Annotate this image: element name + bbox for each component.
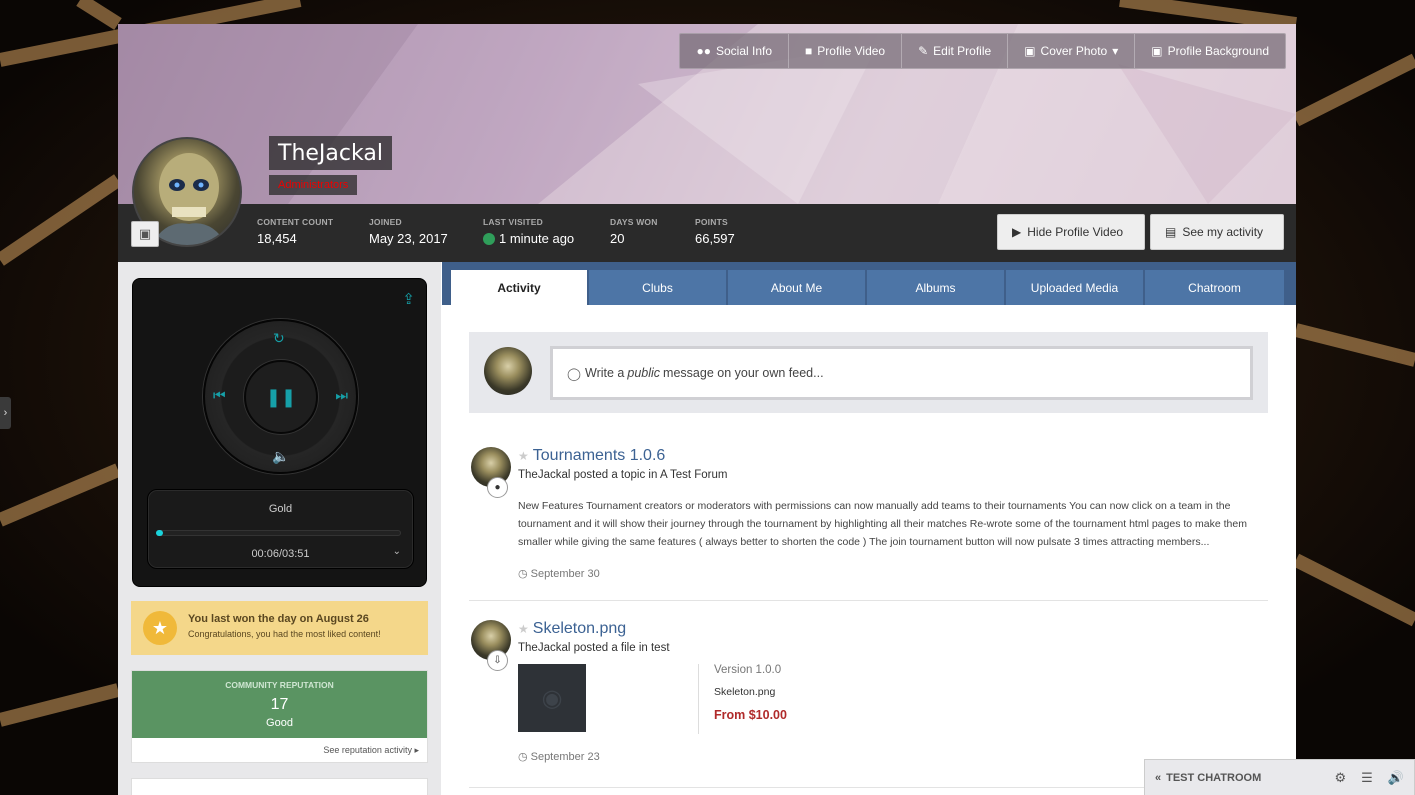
sidebar-widget (131, 778, 428, 795)
side-panel-toggle[interactable]: › (0, 397, 11, 429)
profile-stats-bar: Content Count 18,454 Joined May 23, 2017… (118, 204, 1296, 262)
stat-joined: Joined May 23, 2017 (369, 217, 448, 246)
newspaper-icon: ▤ (1165, 225, 1177, 239)
cover-photo: ●● Social Info ■ Profile Video ✎ Edit Profi… (118, 24, 1296, 204)
feed-author-link[interactable]: TheJackal (518, 642, 570, 654)
file-thumbnail[interactable]: ◉ (518, 664, 586, 732)
download-icon: ⇩ (487, 650, 508, 671)
repeat-icon[interactable]: ↻ (273, 330, 285, 347)
profile-container: ●● Social Info ■ Profile Video ✎ Edit Profi… (118, 24, 1296, 795)
tab-uploaded-media[interactable]: Uploaded Media (1006, 270, 1144, 305)
star-icon[interactable]: ★ (518, 622, 529, 636)
youtube-icon: ▶ (1012, 225, 1022, 239)
feed-location-link[interactable]: test (651, 642, 670, 654)
image-icon: ▣ (1151, 44, 1163, 58)
volume-icon[interactable]: 🔈 (272, 448, 289, 465)
status-composer: ◯ Write a public message on your own fee… (469, 332, 1268, 413)
upload-icon[interactable]: ⇪ (402, 290, 415, 308)
clock-icon: ◷ (518, 568, 528, 580)
clock-icon: ◷ (518, 751, 528, 763)
tab-clubs[interactable]: Clubs (589, 270, 727, 305)
trophy-icon: ★ (143, 611, 177, 645)
track-progress-bar[interactable] (156, 530, 401, 536)
cover-photo-button[interactable]: ▣ Cover Photo ▾ (1007, 34, 1134, 68)
player-control-wheel: ↻ ⏮ ⏭ 🔈 ❚❚ (203, 319, 358, 474)
composer-arrow (539, 365, 550, 381)
file-price: From $10.00 (714, 708, 787, 722)
comment-icon: ◯ (567, 366, 581, 381)
feed-date: ◷ September 30 (518, 567, 600, 581)
profile-name-box: TheJackal (269, 136, 392, 170)
stat-content-count: Content Count 18,454 (257, 217, 334, 246)
stat-points: Points 66,597 (695, 217, 735, 246)
track-name: Gold (268, 503, 293, 515)
feed-item-topic: ● ★ Tournaments 1.0.6 TheJackal posted a … (471, 447, 1268, 587)
track-time: 00:06/03:51 (251, 548, 310, 560)
feed-excerpt: New Features Tournament creators or mode… (518, 500, 1247, 548)
reputation-value: 17 (270, 696, 289, 713)
previous-track-icon[interactable]: ⏮ (213, 387, 226, 404)
feed-title[interactable]: Tournaments 1.0.6 (533, 447, 666, 465)
profile-main: Activity Clubs About Me Albums Uploaded … (442, 262, 1296, 795)
image-icon: ▣ (138, 226, 152, 241)
profile-name: TheJackal (278, 141, 383, 166)
image-icon: ▣ (1024, 44, 1036, 58)
settings-icon[interactable]: ⚙ (1335, 770, 1347, 786)
community-reputation: Community Reputation 17 Good See reputat… (131, 670, 428, 763)
pause-button[interactable]: ❚❚ (244, 360, 318, 434)
caret-down-icon: ▾ (1112, 44, 1119, 58)
status-input[interactable]: ◯ Write a public message on your own fee… (550, 346, 1253, 400)
feed-title[interactable]: Skeleton.png (533, 620, 626, 638)
see-my-activity-button[interactable]: ▤ See my activity (1150, 214, 1284, 250)
chevron-down-icon[interactable]: ⌄ (393, 546, 401, 557)
video-camera-icon: ■ (805, 44, 813, 58)
feed-date: ◷ September 23 (518, 750, 600, 764)
feed-meta: TheJackal posted a topic in A Test Forum (518, 469, 728, 481)
file-info: Version 1.0.0 Skeleton.png From $10.00 (698, 664, 787, 734)
star-icon[interactable]: ★ (518, 449, 529, 463)
cover-toolbar: ●● Social Info ■ Profile Video ✎ Edit Profi… (679, 33, 1286, 69)
edit-profile-button[interactable]: ✎ Edit Profile (901, 34, 1007, 68)
reputation-rating: Good (266, 717, 293, 729)
tab-chatroom[interactable]: Chatroom (1145, 270, 1285, 305)
social-info-button[interactable]: ●● Social Info (680, 34, 788, 68)
volume-icon[interactable]: 🔊 (1388, 770, 1404, 786)
chatroom-bar[interactable]: « TEST CHATROOM ⚙ ☰ 🔊 (1144, 759, 1415, 795)
feed-author-link[interactable]: TheJackal (518, 469, 570, 481)
change-photo-button[interactable]: ▣ (131, 221, 159, 247)
stat-last-visited: Last Visited 1 minute ago (483, 217, 575, 246)
feed-meta: TheJackal posted a file in test (518, 642, 670, 654)
day-winner-banner: ★ You last won the day on August 26 Cong… (131, 601, 428, 655)
tab-about-me[interactable]: About Me (728, 270, 866, 305)
pause-icon: ❚❚ (265, 386, 297, 407)
track-info: Gold 00:06/03:51 ⌄ (147, 489, 414, 569)
stat-days-won: Days Won 20 (610, 217, 658, 246)
feed-divider (469, 600, 1268, 601)
chevron-right-icon: › (3, 407, 8, 419)
hide-profile-video-button[interactable]: ▶ Hide Profile Video (997, 214, 1145, 250)
profile-background-button[interactable]: ▣ Profile Background (1134, 34, 1285, 68)
caret-right-icon: ▸ (414, 745, 419, 755)
see-reputation-activity-link[interactable]: See reputation activity ▸ (132, 738, 427, 756)
track-progress-fill (156, 530, 164, 536)
profile-tabs: Activity Clubs About Me Albums Uploaded … (442, 262, 1296, 305)
next-track-icon[interactable]: ⏭ (335, 387, 348, 404)
menu-icon[interactable]: ☰ (1361, 770, 1373, 786)
pencil-icon: ✎ (918, 44, 929, 58)
camera-icon: ◉ (541, 684, 563, 712)
composer-avatar (484, 347, 532, 395)
music-player: ⇪ ↻ ⏮ ⏭ 🔈 ❚❚ Gold 00:06/03:51 ⌄ (132, 278, 427, 587)
feed-location-link[interactable]: A Test Forum (660, 469, 728, 481)
comments-icon: ● (487, 477, 508, 498)
tab-albums[interactable]: Albums (867, 270, 1005, 305)
feed-item-file: ⇩ ★ Skeleton.png TheJackal posted a file … (471, 620, 1268, 770)
tab-activity[interactable]: Activity (451, 270, 588, 305)
profile-sidebar: ⇪ ↻ ⏮ ⏭ 🔈 ❚❚ Gold 00:06/03:51 ⌄ ★ You la… (118, 262, 441, 795)
users-icon: ●● (696, 44, 711, 58)
profile-role: Administrators (269, 175, 358, 195)
online-status-icon (483, 232, 495, 245)
profile-video-button[interactable]: ■ Profile Video (788, 34, 901, 68)
double-chevron-left-icon: « (1155, 771, 1162, 784)
